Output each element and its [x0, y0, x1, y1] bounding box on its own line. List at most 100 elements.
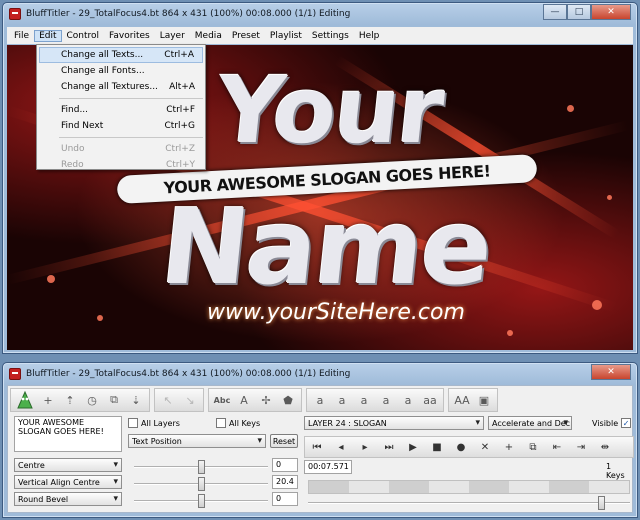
menu-preset[interactable]: Preset — [227, 30, 265, 42]
menu-file[interactable]: File — [9, 30, 34, 42]
value-field-2[interactable]: 20.4 — [272, 475, 298, 489]
timeline-slider[interactable] — [308, 496, 630, 510]
copy-key-icon[interactable]: ⧉ — [521, 437, 545, 457]
slider-thumb[interactable] — [198, 477, 205, 491]
layer-text-input[interactable]: YOUR AWESOME SLOGAN GOES HERE! — [14, 416, 122, 452]
menu-item-label: Redo — [61, 160, 84, 170]
align-select[interactable]: Centre — [14, 458, 122, 472]
menu-item-change-all-fonts[interactable]: Change all Fonts... — [37, 63, 205, 79]
menu-help[interactable]: Help — [354, 30, 385, 42]
main-window-title: BluffTitler - 29_TotalFocus4.bt 864 x 43… — [26, 9, 351, 19]
visible-checkbox[interactable]: Visible ✓ — [592, 418, 634, 428]
website-text: www.yourSiteHere.com — [207, 300, 465, 325]
main-titlebar[interactable]: BluffTitler - 29_TotalFocus4.bt 864 x 43… — [3, 3, 637, 25]
record-icon[interactable]: ● — [449, 437, 473, 457]
menu-separator — [59, 137, 203, 138]
value-slider-2[interactable] — [134, 477, 268, 491]
menu-control[interactable]: Control — [62, 30, 105, 42]
light-particle — [97, 315, 103, 321]
menu-settings[interactable]: Settings — [307, 30, 354, 42]
stop-icon[interactable]: ■ — [425, 437, 449, 457]
slider-thumb[interactable] — [198, 460, 205, 474]
time-field[interactable]: 00:07.571 — [304, 460, 352, 474]
menu-item-find-next[interactable]: Find Next Ctrl+G — [37, 118, 205, 134]
previous-key-icon[interactable]: ◂ — [329, 437, 353, 457]
bevel-select[interactable]: Round Bevel — [14, 492, 122, 506]
menu-item-change-all-textures[interactable]: Change all Textures... Alt+A — [37, 79, 205, 95]
transport-bar: ⏮ ◂ ▸ ⏭ ▶ ■ ● ✕ + ⧉ ⇤ ⇥ ⇹ — [304, 436, 634, 458]
add-key-icon[interactable]: + — [497, 437, 521, 457]
char-a-minus-icon[interactable]: a — [398, 390, 418, 410]
minimize-button[interactable]: — — [543, 4, 567, 20]
control-window-title: BluffTitler - 29_TotalFocus4.bt 864 x 43… — [26, 369, 351, 379]
menu-item-label: Undo — [61, 144, 85, 154]
play-icon[interactable]: ▶ — [401, 437, 425, 457]
menu-item-find[interactable]: Find... Ctrl+F — [37, 102, 205, 118]
menu-item-label: Change all Fonts... — [61, 66, 145, 76]
bluff-logo-icon[interactable] — [14, 389, 36, 411]
value-field-3[interactable]: 0 — [272, 492, 298, 506]
menu-item-redo: Redo Ctrl+Y — [37, 157, 205, 173]
menu-media[interactable]: Media — [190, 30, 227, 42]
char-a-bold-icon[interactable]: a — [354, 390, 374, 410]
easing-select[interactable]: Accelerate and Dec — [488, 416, 572, 430]
close-button[interactable]: ✕ — [591, 364, 631, 380]
value-slider-1[interactable] — [134, 460, 268, 474]
filter-icon[interactable]: ⬟ — [278, 390, 298, 410]
menu-item-label: Find... — [61, 105, 89, 115]
light-particle — [592, 300, 602, 310]
menu-favorites[interactable]: Favorites — [104, 30, 155, 42]
add-layer-icon[interactable]: + — [38, 390, 58, 410]
title-line-name: Name — [155, 186, 497, 308]
font-icon[interactable]: A — [234, 390, 254, 410]
menu-layer[interactable]: Layer — [155, 30, 190, 42]
all-keys-checkbox[interactable]: All Keys — [216, 418, 260, 428]
move-down-icon: ↘ — [185, 393, 195, 407]
slider-thumb[interactable] — [198, 494, 205, 508]
delete-key-icon[interactable]: ✕ — [473, 437, 497, 457]
reset-button[interactable]: Reset — [270, 434, 298, 448]
visible-label: Visible — [592, 418, 619, 428]
go-to-start-icon[interactable]: ⏮ — [305, 437, 329, 457]
menu-item-label: Find Next — [61, 121, 104, 131]
maximize-button[interactable]: □ — [567, 4, 591, 20]
text-abc-icon[interactable]: Abc — [212, 390, 232, 410]
timeline-track[interactable] — [308, 480, 630, 494]
key-right-icon[interactable]: ⇥ — [569, 437, 593, 457]
go-to-end-icon[interactable]: ⏭ — [377, 437, 401, 457]
char-a-icon[interactable]: a — [310, 390, 330, 410]
char-a-dot-icon[interactable]: a — [332, 390, 352, 410]
close-button[interactable]: ✕ — [591, 4, 631, 20]
control-titlebar[interactable]: BluffTitler - 29_TotalFocus4.bt 864 x 43… — [3, 363, 637, 385]
menu-item-shortcut: Ctrl+Z — [165, 144, 195, 154]
menu-edit[interactable]: Edit — [34, 29, 62, 42]
menu-item-shortcut: Ctrl+A — [164, 50, 194, 60]
next-key-icon[interactable]: ▸ — [353, 437, 377, 457]
light-particle — [507, 330, 513, 336]
effects-icon[interactable]: ✢ — [256, 390, 276, 410]
keys-count: 1 Keys — [606, 462, 625, 480]
value-slider-3[interactable] — [134, 494, 268, 508]
control-window: BluffTitler - 29_TotalFocus4.bt 864 x 43… — [2, 362, 638, 518]
all-layers-checkbox[interactable]: All Layers — [128, 418, 180, 428]
lock-icon[interactable]: ▣ — [474, 390, 494, 410]
menu-item-change-all-texts[interactable]: Change all Texts... Ctrl+A — [39, 47, 203, 63]
timeline-thumb[interactable] — [598, 496, 605, 510]
copy-layer-icon[interactable]: ⧉ — [104, 390, 124, 410]
clock-icon[interactable]: ◷ — [82, 390, 102, 410]
toolbar-group-layers: + ⇡ ◷ ⧉ ⇣ — [10, 388, 150, 412]
delete-layer-icon[interactable]: ⇣ — [126, 390, 146, 410]
char-a-plus-icon[interactable]: a — [376, 390, 396, 410]
key-left-icon[interactable]: ⇤ — [545, 437, 569, 457]
value-field-1[interactable]: 0 — [272, 458, 298, 472]
menu-playlist[interactable]: Playlist — [265, 30, 307, 42]
key-move-icon[interactable]: ⇹ — [593, 437, 617, 457]
char-aa-icon[interactable]: aa — [420, 390, 440, 410]
light-particle — [47, 275, 55, 283]
layer-select[interactable]: LAYER 24 : SLOGAN — [304, 416, 484, 430]
kerning-icon[interactable]: AA — [452, 390, 472, 410]
property-select[interactable]: Text Position — [128, 434, 266, 448]
menu-separator — [59, 98, 203, 99]
add-child-layer-icon[interactable]: ⇡ — [60, 390, 80, 410]
vertical-align-select[interactable]: Vertical Align Centre — [14, 475, 122, 489]
